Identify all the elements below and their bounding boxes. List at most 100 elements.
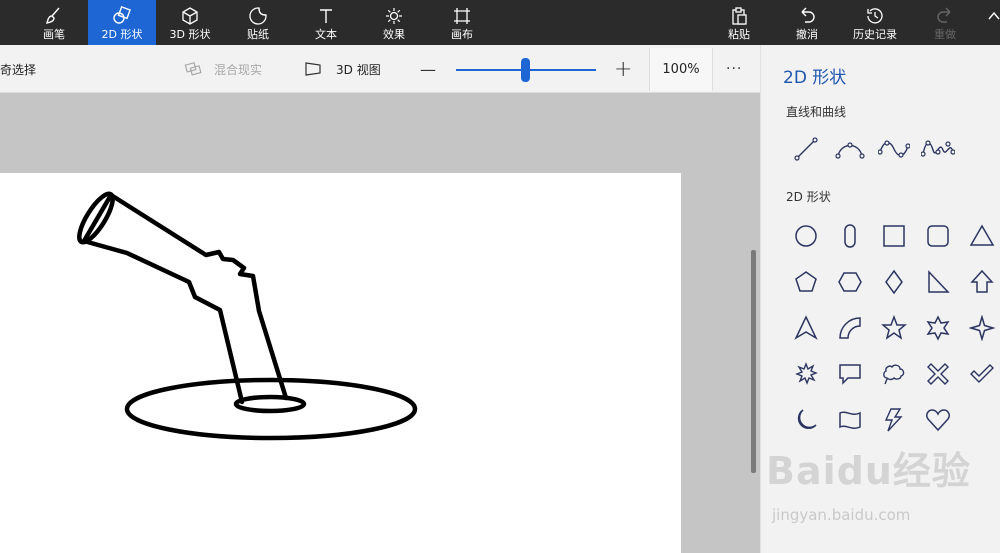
ribbon-undo-label: 撤消 — [796, 28, 818, 41]
top-ribbon: 画笔 2D 形状 3D 形状 贴纸 文本 效果 画布 粘贴 撤消 历史记录 重做 — [0, 0, 1000, 45]
magic-select-button[interactable]: 奇选择 — [0, 45, 36, 93]
wave-flag-icon — [839, 411, 861, 430]
quarter-ring-icon — [839, 317, 861, 339]
ribbon-canvas[interactable]: 画布 — [438, 0, 486, 45]
ribbon-stickers[interactable]: 贴纸 — [234, 0, 282, 45]
crescent-shape-button[interactable] — [786, 400, 826, 440]
hexagon-icon — [838, 272, 862, 292]
2d-shapes-icon — [111, 4, 133, 28]
thought-bubble-icon — [883, 364, 905, 385]
arrow-pointer-shape-button[interactable] — [786, 308, 826, 348]
arrow-up-icon — [970, 269, 994, 293]
cross-shape-button[interactable] — [918, 354, 958, 394]
3d-view-label: 3D 视图 — [336, 62, 381, 77]
vertical-scrollbar[interactable] — [751, 250, 756, 473]
zoom-in-label: + — [614, 56, 633, 82]
quarter-ring-shape-button[interactable] — [830, 308, 870, 348]
rounded-pill-icon — [844, 224, 856, 248]
thought-bubble-shape-button[interactable] — [874, 354, 914, 394]
burst-shape-button[interactable] — [786, 354, 826, 394]
three-point-curve-tool-button[interactable] — [918, 129, 958, 169]
checkmark-icon — [970, 364, 994, 383]
star5-icon — [881, 315, 907, 340]
three-point-curve-icon — [921, 140, 955, 157]
pentagon-icon — [795, 271, 817, 292]
collapse-chevron-icon[interactable] — [988, 6, 1000, 25]
arrow-up-shape-button[interactable] — [962, 262, 1000, 302]
ribbon-brushes[interactable]: 画笔 — [30, 0, 78, 45]
burst-icon — [795, 362, 818, 385]
lines-section-title: 直线和曲线 — [786, 105, 847, 119]
zoom-in-button[interactable]: + — [614, 45, 632, 93]
speech-bubble-shape-button[interactable] — [830, 354, 870, 394]
checkmark-shape-button[interactable] — [962, 354, 1000, 394]
zoom-value-label: 100% — [662, 62, 700, 77]
ribbon-redo[interactable]: 重做 — [922, 0, 968, 45]
triangle-icon — [969, 224, 995, 246]
cross-icon — [927, 363, 949, 385]
3d-view-icon — [304, 61, 322, 77]
line-icon — [794, 137, 818, 161]
ribbon-history-label: 历史记录 — [853, 28, 897, 41]
star4-shape-button[interactable] — [962, 308, 1000, 348]
mixed-reality-button[interactable]: 混合现实 — [184, 45, 262, 93]
ribbon-undo[interactable]: 撤消 — [784, 0, 830, 45]
zoom-slider-thumb[interactable] — [521, 58, 530, 82]
hexagon-shape-button[interactable] — [830, 262, 870, 302]
ribbon-brushes-label: 画笔 — [43, 28, 65, 41]
3d-view-button[interactable]: 3D 视图 — [304, 45, 381, 93]
wave-flag-shape-button[interactable] — [830, 400, 870, 440]
drawing-canvas[interactable] — [0, 173, 681, 553]
two-point-curve-tool-button[interactable] — [874, 129, 914, 169]
arrow-pointer-icon — [794, 315, 818, 340]
secondary-toolbar: 奇选择 混合现实 3D 视图 — + ··· — [0, 45, 760, 93]
zoom-value-display[interactable]: 100% — [649, 48, 713, 91]
magic-select-label: 奇选择 — [0, 62, 37, 77]
zoom-out-button[interactable]: — — [420, 45, 436, 93]
ribbon-2d-shapes[interactable]: 2D 形状 — [88, 0, 156, 45]
more-options-button[interactable]: ··· — [726, 45, 742, 93]
ribbon-3d-shapes-label: 3D 形状 — [169, 28, 211, 41]
more-options-label: ··· — [726, 61, 743, 77]
ribbon-text-label: 文本 — [315, 28, 337, 41]
ribbon-effects-label: 效果 — [383, 28, 405, 41]
ribbon-effects[interactable]: 效果 — [370, 0, 418, 45]
star5-shape-button[interactable] — [874, 308, 914, 348]
ribbon-text[interactable]: 文本 — [302, 0, 350, 45]
ribbon-canvas-label: 画布 — [451, 28, 473, 41]
lightning-shape-button[interactable] — [874, 400, 914, 440]
triangle-shape-button[interactable] — [962, 216, 1000, 256]
right-triangle-shape-button[interactable] — [918, 262, 958, 302]
lightning-icon — [884, 408, 903, 432]
ribbon-2d-shapes-label: 2D 形状 — [101, 28, 143, 41]
panel-title: 2D 形状 — [783, 68, 847, 88]
drawing-artwork — [77, 191, 418, 441]
crescent-moon-icon — [797, 409, 817, 430]
redo-icon — [935, 4, 955, 28]
rounded-square-shape-button[interactable] — [918, 216, 958, 256]
text-icon — [316, 4, 336, 28]
square-shape-button[interactable] — [874, 216, 914, 256]
diamond-shape-button[interactable] — [874, 262, 914, 302]
ribbon-3d-shapes[interactable]: 3D 形状 — [160, 0, 220, 45]
speech-bubble-icon — [839, 364, 861, 385]
history-icon — [865, 4, 885, 28]
paste-icon — [729, 4, 749, 28]
line-tool-button[interactable] — [786, 129, 826, 169]
circle-icon — [795, 225, 817, 247]
ribbon-history[interactable]: 历史记录 — [846, 0, 904, 45]
ribbon-paste[interactable]: 粘贴 — [716, 0, 762, 45]
3d-cube-icon — [180, 4, 200, 28]
pill-shape-button[interactable] — [830, 216, 870, 256]
pentagon-shape-button[interactable] — [786, 262, 826, 302]
ribbon-paste-label: 粘贴 — [728, 28, 750, 41]
star6-shape-button[interactable] — [918, 308, 958, 348]
curve-tool-button[interactable] — [830, 129, 870, 169]
star6-icon — [926, 315, 950, 341]
shapes-section-title: 2D 形状 — [786, 190, 831, 204]
brush-icon — [44, 4, 64, 28]
circle-shape-button[interactable] — [786, 216, 826, 256]
square-icon — [883, 225, 905, 247]
shapes-panel: 2D 形状 直线和曲线 2D 形状 — [760, 45, 1000, 553]
heart-shape-button[interactable] — [918, 400, 958, 440]
